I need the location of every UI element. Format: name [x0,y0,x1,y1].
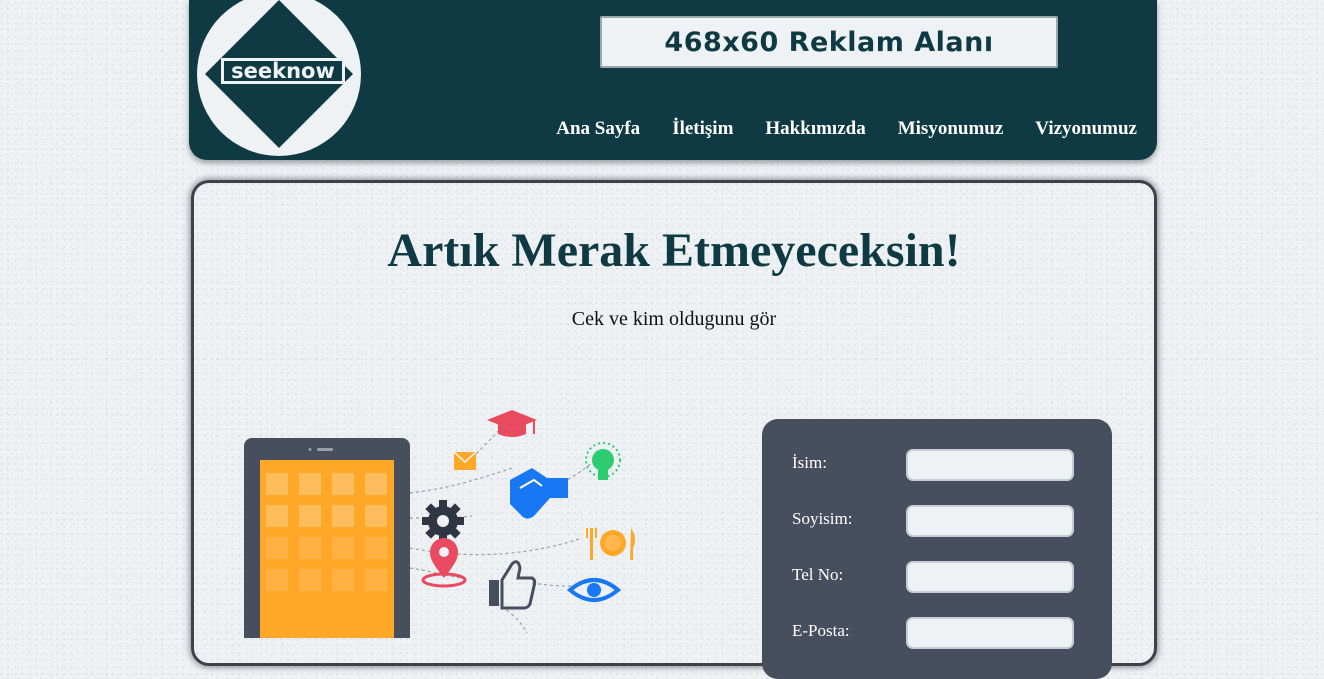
eye-icon [566,578,622,602]
handshake-icon [510,468,568,519]
form-row-email: E-Posta: [792,617,1082,653]
main-panel: Artık Merak Etmeyeceksin! Cek ve kim old… [191,180,1157,679]
lightbulb-icon [585,442,621,480]
page-title: Artık Merak Etmeyeceksin! [387,224,961,277]
nav-item-about[interactable]: Hakkımızda [765,118,865,140]
page-subtitle: Cek ve kim oldugunu gör [571,308,777,330]
ad-banner[interactable]: 468x60 Reklam Alanı [600,16,1058,68]
mail-icon [453,451,477,470]
surname-label: Soyisim: [792,509,853,528]
contact-form: İsim: Soyisim: Tel No: E-Posta: [762,419,1112,679]
site-header: seeknow 468x60 Reklam Alanı Ana Sayfa İl… [189,0,1157,160]
form-row-phone: Tel No: [792,561,1082,597]
main-nav: Ana Sayfa İletişim Hakkımızda Misyonumuz… [524,118,1137,140]
logo-text: seeknow [231,59,335,83]
phone-label: Tel No: [792,565,844,584]
nav-item-home[interactable]: Ana Sayfa [556,118,640,140]
graduation-cap-icon [487,410,537,437]
form-row-name: İsim: [792,449,1082,485]
nav-item-vision[interactable]: Vizyonumuz [1035,118,1137,140]
name-field[interactable] [906,449,1074,481]
form-row-surname: Soyisim: [792,505,1082,541]
location-pin-icon [421,538,467,588]
nav-item-contact[interactable]: İletişim [672,118,733,140]
thumbs-up-icon [489,560,537,610]
phone-field[interactable] [906,561,1074,593]
name-label: İsim: [792,453,827,472]
illustration [244,410,636,638]
nav-item-mission[interactable]: Misyonumuz [898,118,1004,140]
logo[interactable]: seeknow [197,0,361,156]
email-label: E-Posta: [792,621,850,640]
gear-icon [422,500,464,542]
tablet-icon [244,438,410,638]
email-field[interactable] [906,617,1074,649]
cutlery-icon [586,528,636,560]
surname-field[interactable] [906,505,1074,537]
